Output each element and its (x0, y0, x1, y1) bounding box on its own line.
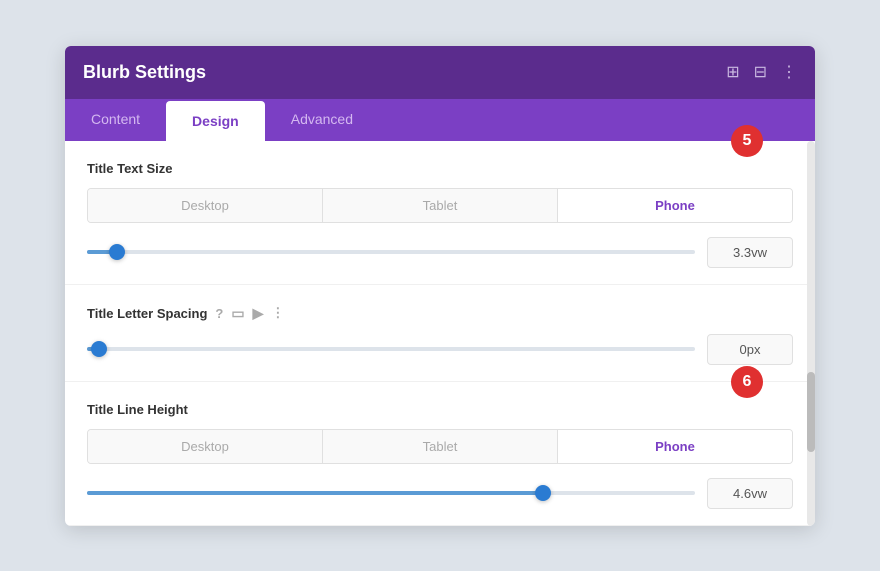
more-options-icon[interactable]: ⋮ (271, 305, 284, 321)
title-letter-spacing-label: Title Letter Spacing ? ▭ ▶ ⋮ (87, 305, 793, 322)
scrollbar[interactable] (807, 141, 815, 526)
expand-icon[interactable]: ⊞ (726, 62, 739, 82)
device-tab-tablet[interactable]: Tablet (323, 189, 558, 222)
title-line-height-label: Title Line Height (87, 402, 793, 417)
line-height-device-tab-desktop[interactable]: Desktop (88, 430, 323, 463)
more-icon[interactable]: ⋮ (781, 62, 797, 82)
title-letter-spacing-section: Title Letter Spacing ? ▭ ▶ ⋮ (65, 285, 815, 382)
title-line-height-device-tabs: Desktop Tablet Phone (87, 429, 793, 464)
title-letter-spacing-value[interactable] (707, 334, 793, 365)
title-text-size-slider[interactable] (87, 242, 695, 262)
title-line-height-slider-row (87, 478, 793, 509)
tab-design[interactable]: Design (166, 101, 265, 141)
title-line-height-slider[interactable] (87, 483, 695, 503)
help-icon[interactable]: ? (215, 306, 223, 321)
tab-advanced[interactable]: Advanced (265, 99, 379, 141)
title-text-size-section: 5 Title Text Size Desktop Tablet Phone (65, 141, 815, 285)
step-badge-6: 6 (731, 366, 763, 398)
device-tab-phone[interactable]: Phone (558, 189, 792, 222)
panel-content: 5 Title Text Size Desktop Tablet Phone (65, 141, 815, 526)
columns-icon[interactable]: ⊟ (754, 62, 767, 82)
step-badge-5: 5 (731, 125, 763, 157)
title-text-size-label: Title Text Size (87, 161, 793, 176)
responsive-icon[interactable]: ▭ (231, 305, 244, 322)
title-line-height-section: 6 Title Line Height Desktop Tablet Phone (65, 382, 815, 526)
blurb-settings-panel: Blurb Settings ⊞ ⊟ ⋮ Content Design Adva… (65, 46, 815, 526)
title-line-height-value[interactable] (707, 478, 793, 509)
panel-header: Blurb Settings ⊞ ⊟ ⋮ (65, 46, 815, 99)
title-text-size-value[interactable] (707, 237, 793, 268)
title-text-size-slider-row (87, 237, 793, 268)
line-height-device-tab-tablet[interactable]: Tablet (323, 430, 558, 463)
header-icons: ⊞ ⊟ ⋮ (726, 62, 797, 82)
title-letter-spacing-slider-row (87, 334, 793, 365)
device-tab-desktop[interactable]: Desktop (88, 189, 323, 222)
tab-content[interactable]: Content (65, 99, 166, 141)
tab-bar: Content Design Advanced (65, 99, 815, 141)
title-text-size-device-tabs: Desktop Tablet Phone (87, 188, 793, 223)
panel-title: Blurb Settings (83, 62, 206, 83)
cursor-icon[interactable]: ▶ (253, 305, 264, 322)
line-height-device-tab-phone[interactable]: Phone (558, 430, 792, 463)
scrollbar-thumb[interactable] (807, 372, 815, 452)
title-letter-spacing-slider[interactable] (87, 339, 695, 359)
